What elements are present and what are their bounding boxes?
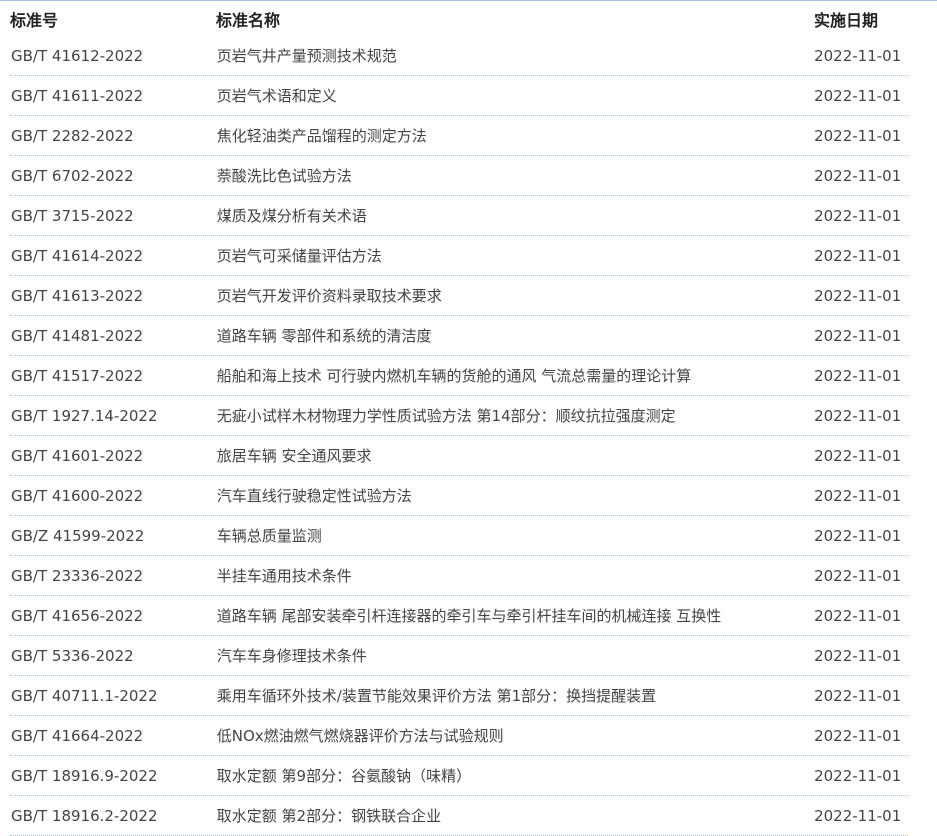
implementation-date: 2022-11-01 bbox=[814, 126, 902, 145]
implementation-date: 2022-11-01 bbox=[814, 486, 902, 505]
table-header: 标准号 标准名称 实施日期 bbox=[10, 2, 908, 36]
table-row[interactable]: GB/T 2282-2022 焦化轻油类产品馏程的测定方法 2022-11-01 bbox=[10, 116, 908, 156]
standard-code[interactable]: GB/T 6702-2022 bbox=[10, 167, 217, 185]
table-row[interactable]: GB/T 23336-2022 半挂车通用技术条件 2022-11-01 bbox=[10, 556, 908, 596]
implementation-date: 2022-11-01 bbox=[814, 166, 902, 185]
standard-name[interactable]: 汽车直线行驶稳定性试验方法 bbox=[217, 485, 814, 506]
standard-name[interactable]: 汽车车身修理技术条件 bbox=[217, 645, 814, 666]
standard-code[interactable]: GB/T 41601-2022 bbox=[10, 447, 217, 465]
implementation-date: 2022-11-01 bbox=[814, 446, 902, 465]
table-row[interactable]: GB/T 41656-2022 道路车辆 尾部安装牵引杆连接器的牵引车与牵引杆挂车… bbox=[10, 596, 908, 636]
header-implementation-date: 实施日期 bbox=[814, 11, 879, 30]
standard-code[interactable]: GB/T 18916.9-2022 bbox=[10, 767, 217, 785]
standard-code[interactable]: GB/T 41600-2022 bbox=[10, 487, 217, 505]
implementation-date: 2022-11-01 bbox=[814, 326, 902, 345]
standard-name[interactable]: 道路车辆 零部件和系统的清洁度 bbox=[217, 325, 814, 346]
standard-name[interactable]: 页岩气井产量预测技术规范 bbox=[217, 45, 814, 66]
standard-code[interactable]: GB/T 23336-2022 bbox=[10, 567, 217, 585]
table-row[interactable]: GB/T 41613-2022 页岩气开发评价资料录取技术要求 2022-11-01 bbox=[10, 276, 908, 316]
standard-code[interactable]: GB/Z 41599-2022 bbox=[10, 527, 217, 545]
standard-name[interactable]: 车辆总质量监测 bbox=[217, 525, 814, 546]
table-row[interactable]: GB/T 6702-2022 萘酸洗比色试验方法 2022-11-01 bbox=[10, 156, 908, 196]
header-standard-code: 标准号 bbox=[10, 11, 59, 30]
standard-name[interactable]: 煤质及煤分析有关术语 bbox=[217, 205, 814, 226]
standard-name[interactable]: 道路车辆 尾部安装牵引杆连接器的牵引车与牵引杆挂车间的机械连接 互换性 bbox=[217, 605, 814, 626]
table-row[interactable]: GB/T 41517-2022 船舶和海上技术 可行驶内燃机车辆的货舱的通风 气流… bbox=[10, 356, 908, 396]
standard-name[interactable]: 焦化轻油类产品馏程的测定方法 bbox=[217, 125, 814, 146]
implementation-date: 2022-11-01 bbox=[814, 686, 902, 705]
standard-code[interactable]: GB/T 41664-2022 bbox=[10, 727, 217, 745]
standard-name[interactable]: 旅居车辆 安全通风要求 bbox=[217, 445, 814, 466]
implementation-date: 2022-11-01 bbox=[814, 246, 902, 265]
implementation-date: 2022-11-01 bbox=[814, 46, 902, 65]
standard-name[interactable]: 页岩气术语和定义 bbox=[217, 85, 814, 106]
implementation-date: 2022-11-01 bbox=[814, 766, 902, 785]
standard-code[interactable]: GB/T 2282-2022 bbox=[10, 127, 217, 145]
implementation-date: 2022-11-01 bbox=[814, 366, 902, 385]
table-row[interactable]: GB/T 41611-2022 页岩气术语和定义 2022-11-01 bbox=[10, 76, 908, 116]
standard-name[interactable]: 取水定额 第9部分：谷氨酸钠（味精） bbox=[217, 765, 814, 786]
table-row[interactable]: GB/T 41481-2022 道路车辆 零部件和系统的清洁度 2022-11-01 bbox=[10, 316, 908, 356]
standard-name[interactable]: 半挂车通用技术条件 bbox=[217, 565, 814, 586]
implementation-date: 2022-11-01 bbox=[814, 806, 902, 825]
standard-name[interactable]: 乘用车循环外技术/装置节能效果评价方法 第1部分：换挡提醒装置 bbox=[217, 685, 814, 706]
standard-code[interactable]: GB/T 41656-2022 bbox=[10, 607, 217, 625]
table-row[interactable]: GB/Z 41599-2022 车辆总质量监测 2022-11-01 bbox=[10, 516, 908, 556]
table-row[interactable]: GB/T 3715-2022 煤质及煤分析有关术语 2022-11-01 bbox=[10, 196, 908, 236]
implementation-date: 2022-11-01 bbox=[814, 526, 902, 545]
table-row[interactable]: GB/T 18916.2-2022 取水定额 第2部分：钢铁联合企业 2022-11… bbox=[10, 796, 908, 836]
implementation-date: 2022-11-01 bbox=[814, 606, 902, 625]
standard-name[interactable]: 取水定额 第2部分：钢铁联合企业 bbox=[217, 805, 814, 826]
table-row[interactable]: GB/T 40711.1-2022 乘用车循环外技术/装置节能效果评价方法 第1部… bbox=[10, 676, 908, 716]
standard-code[interactable]: GB/T 18916.2-2022 bbox=[10, 807, 217, 825]
implementation-date: 2022-11-01 bbox=[814, 206, 902, 225]
standard-code[interactable]: GB/T 5336-2022 bbox=[10, 647, 217, 665]
standard-code[interactable]: GB/T 41517-2022 bbox=[10, 367, 217, 385]
implementation-date: 2022-11-01 bbox=[814, 86, 902, 105]
top-border bbox=[0, 0, 937, 1]
table-row[interactable]: GB/T 5336-2022 汽车车身修理技术条件 2022-11-01 bbox=[10, 636, 908, 676]
implementation-date: 2022-11-01 bbox=[814, 406, 902, 425]
standard-code[interactable]: GB/T 41614-2022 bbox=[10, 247, 217, 265]
standard-code[interactable]: GB/T 3715-2022 bbox=[10, 207, 217, 225]
table-row[interactable]: GB/T 41664-2022 低NOx燃油燃气燃烧器评价方法与试验规则 2022-… bbox=[10, 716, 908, 756]
standards-table: 标准号 标准名称 实施日期 GB/T 41612-2022 页岩气井产量预测技术规… bbox=[10, 2, 908, 836]
standard-code[interactable]: GB/T 41612-2022 bbox=[10, 47, 217, 65]
table-row[interactable]: GB/T 41600-2022 汽车直线行驶稳定性试验方法 2022-11-01 bbox=[10, 476, 908, 516]
table-body: GB/T 41612-2022 页岩气井产量预测技术规范 2022-11-01 GB/… bbox=[10, 36, 908, 836]
implementation-date: 2022-11-01 bbox=[814, 286, 902, 305]
standard-name[interactable]: 低NOx燃油燃气燃烧器评价方法与试验规则 bbox=[217, 725, 814, 746]
standard-code[interactable]: GB/T 41481-2022 bbox=[10, 327, 217, 345]
standard-code[interactable]: GB/T 1927.14-2022 bbox=[10, 407, 217, 425]
table-row[interactable]: GB/T 1927.14-2022 无疵小试样木材物理力学性质试验方法 第14部分… bbox=[10, 396, 908, 436]
header-standard-name: 标准名称 bbox=[216, 11, 281, 30]
standard-name[interactable]: 无疵小试样木材物理力学性质试验方法 第14部分：顺纹抗拉强度测定 bbox=[217, 405, 814, 426]
table-row[interactable]: GB/T 41614-2022 页岩气可采储量评估方法 2022-11-01 bbox=[10, 236, 908, 276]
table-row[interactable]: GB/T 18916.9-2022 取水定额 第9部分：谷氨酸钠（味精） 2022-… bbox=[10, 756, 908, 796]
standard-name[interactable]: 页岩气开发评价资料录取技术要求 bbox=[217, 285, 814, 306]
implementation-date: 2022-11-01 bbox=[814, 646, 902, 665]
standard-code[interactable]: GB/T 41613-2022 bbox=[10, 287, 217, 305]
standard-code[interactable]: GB/T 40711.1-2022 bbox=[10, 687, 217, 705]
table-row[interactable]: GB/T 41612-2022 页岩气井产量预测技术规范 2022-11-01 bbox=[10, 36, 908, 76]
implementation-date: 2022-11-01 bbox=[814, 566, 902, 585]
implementation-date: 2022-11-01 bbox=[814, 726, 902, 745]
standard-name[interactable]: 萘酸洗比色试验方法 bbox=[217, 165, 814, 186]
table-row[interactable]: GB/T 41601-2022 旅居车辆 安全通风要求 2022-11-01 bbox=[10, 436, 908, 476]
standard-name[interactable]: 页岩气可采储量评估方法 bbox=[217, 245, 814, 266]
standard-name[interactable]: 船舶和海上技术 可行驶内燃机车辆的货舱的通风 气流总需量的理论计算 bbox=[217, 365, 814, 386]
standard-code[interactable]: GB/T 41611-2022 bbox=[10, 87, 217, 105]
